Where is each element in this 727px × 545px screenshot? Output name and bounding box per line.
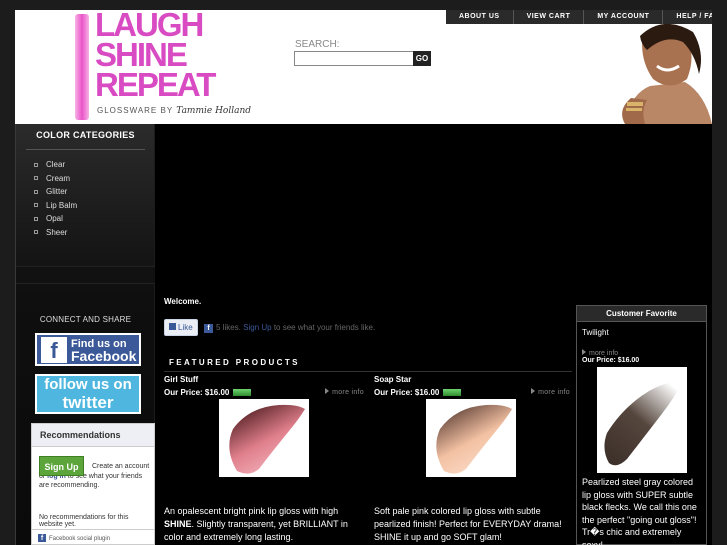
recommendations-empty: No recommendations for this website yet. — [39, 514, 129, 528]
arrow-right-icon — [325, 388, 330, 394]
facebook-badge-line2: Facebook — [71, 347, 137, 364]
category-cream[interactable]: Cream — [34, 172, 77, 186]
category-clear[interactable]: Clear — [34, 158, 77, 172]
facebook-icon: f — [204, 324, 213, 333]
product-price: Our Price: $16.00 — [374, 388, 462, 397]
product-swatch-image[interactable] — [219, 399, 309, 477]
facebook-like-button[interactable]: Like — [164, 319, 198, 336]
recommendations-signup-button[interactable]: Sign Up — [39, 456, 84, 476]
logo-line-3: REPEAT — [95, 66, 216, 103]
arrow-right-icon — [531, 388, 536, 394]
product-price: Our Price: $16.00 — [164, 388, 252, 397]
top-navigation: ABOUT US VIEW CART MY ACCOUNT HELP / FAQ — [446, 10, 712, 24]
product-more-info-link[interactable]: more info — [531, 388, 570, 396]
welcome-text: Welcome. — [164, 297, 202, 306]
category-lip-balm[interactable]: Lip Balm — [34, 199, 77, 213]
main-content: Welcome. Like f5 likes. Sign Up to see w… — [155, 124, 712, 545]
search-label: SEARCH: — [295, 39, 340, 50]
sidebar-divider-band — [16, 266, 155, 284]
find-us-on-facebook-button[interactable]: f Find us on Facebook — [35, 333, 141, 366]
categories-title: COLOR CATEGORIES — [36, 130, 135, 140]
featured-products-title: FEATURED PRODUCTS — [169, 358, 300, 367]
nav-view-cart[interactable]: VIEW CART — [512, 10, 584, 24]
connect-title: CONNECT AND SHARE — [39, 315, 132, 324]
category-opal[interactable]: Opal — [34, 212, 77, 226]
logo-signature: Tammie Holland — [176, 106, 252, 116]
recommendations-footer: f Facebook social plugin — [32, 529, 154, 544]
facebook-recommendations-widget: Recommendations Create an account or log… — [31, 423, 155, 545]
product-name[interactable]: Girl Stuff — [164, 375, 198, 384]
lipgloss-tube-logo-icon — [75, 14, 89, 120]
favorite-swatch-image[interactable] — [597, 367, 687, 473]
logo-subtitle: GLOSSWARE BY Tammie Holland — [97, 106, 252, 116]
categories-divider — [26, 149, 145, 150]
bullet-icon — [34, 176, 38, 181]
favorite-product-name[interactable]: Twilight — [582, 328, 609, 337]
left-sidebar: COLOR CATEGORIES Clear Cream Glitter Lip… — [15, 124, 155, 545]
site-logo[interactable]: LAUGH SHINE REPEAT — [95, 10, 216, 103]
category-list: Clear Cream Glitter Lip Balm Opal Sheer — [34, 158, 77, 239]
favorite-more-info-link[interactable]: more info — [582, 349, 618, 357]
bullet-icon — [34, 162, 38, 167]
customer-favorite-panel: Customer Favorite Twilight more info Our… — [576, 305, 707, 545]
arrow-right-icon — [582, 349, 586, 355]
product-more-info-link[interactable]: more info — [325, 388, 364, 396]
product-name[interactable]: Soap Star — [374, 375, 411, 384]
facebook-icon: f — [41, 336, 67, 363]
facebook-icon: f — [38, 534, 46, 542]
recommendations-title: Recommendations — [32, 424, 154, 447]
model-photo — [555, 24, 712, 124]
category-sheer[interactable]: Sheer — [34, 226, 77, 240]
bullet-icon — [34, 203, 38, 208]
product-description: An opalescent bright pink lip gloss with… — [164, 506, 348, 542]
follow-us-on-twitter-button[interactable]: follow us on twitter — [35, 374, 141, 414]
nav-help-faq[interactable]: HELP / FAQ — [662, 10, 712, 24]
site-header: LAUGH SHINE REPEAT GLOSSWARE BY Tammie H… — [15, 10, 712, 124]
bullet-icon — [34, 189, 38, 194]
customer-favorite-title: Customer Favorite — [577, 306, 706, 322]
add-to-cart-icon[interactable] — [233, 389, 252, 397]
product-description: Soft pale pink colored lip gloss with su… — [374, 506, 562, 542]
thumbs-up-icon — [169, 323, 176, 330]
like-count-text: f5 likes. Sign Up to see what your frien… — [204, 323, 375, 333]
nav-about-us[interactable]: ABOUT US — [446, 10, 513, 24]
product-swatch-image[interactable] — [426, 399, 516, 477]
favorite-price: Our Price: $16.00 — [582, 357, 640, 364]
featured-divider — [164, 371, 572, 372]
bullet-icon — [34, 216, 38, 221]
bullet-icon — [34, 230, 38, 235]
favorite-description: Pearlized steel gray colored lip gloss w… — [582, 477, 697, 545]
twitter-badge-line2: twitter — [62, 393, 114, 412]
add-to-cart-icon[interactable] — [443, 389, 462, 397]
like-signup-link[interactable]: Sign Up — [243, 323, 271, 332]
category-glitter[interactable]: Glitter — [34, 185, 77, 199]
search-go-button[interactable]: GO — [413, 51, 431, 66]
twitter-badge-line1: follow us on — [44, 376, 132, 393]
search-input[interactable] — [294, 51, 414, 66]
nav-my-account[interactable]: MY ACCOUNT — [583, 10, 662, 24]
